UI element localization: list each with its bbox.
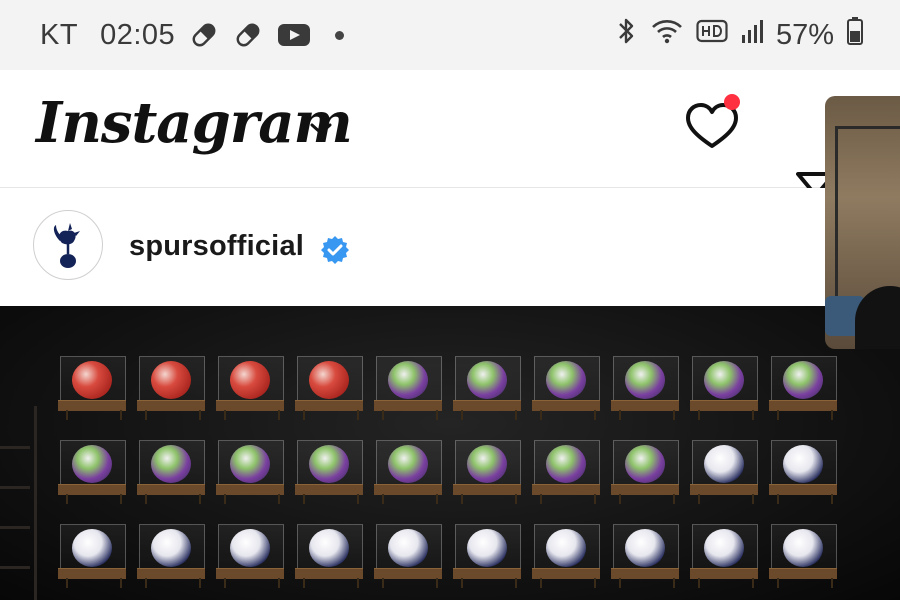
display-case	[137, 356, 205, 420]
display-case	[690, 440, 758, 504]
football-purple	[625, 361, 665, 399]
display-case	[611, 356, 679, 420]
football-red	[309, 361, 349, 399]
football-red	[72, 361, 112, 399]
more-notifications-dot	[335, 30, 345, 40]
display-shelf-row	[58, 356, 837, 420]
instagram-logo[interactable]: Instagram	[36, 90, 353, 156]
notification-badge	[724, 94, 740, 110]
post-header: spursofficial	[0, 188, 900, 306]
football-red	[151, 361, 191, 399]
football-white	[704, 445, 744, 483]
display-shelf-row	[58, 440, 837, 504]
football-white	[72, 529, 112, 567]
pill-icon	[189, 20, 219, 50]
display-case	[690, 356, 758, 420]
pill-icon	[233, 20, 263, 50]
signal-icon	[740, 17, 764, 53]
display-case	[374, 524, 442, 588]
football-purple	[72, 445, 112, 483]
display-case	[295, 524, 363, 588]
avatar[interactable]	[33, 210, 103, 280]
display-case	[216, 440, 284, 504]
display-case	[690, 524, 758, 588]
display-case	[58, 356, 126, 420]
display-case	[532, 356, 600, 420]
football-white	[704, 529, 744, 567]
football-purple	[151, 445, 191, 483]
post-username[interactable]: spursofficial	[129, 230, 304, 263]
football-purple	[309, 445, 349, 483]
football-purple	[388, 361, 428, 399]
football-purple	[546, 361, 586, 399]
football-purple	[546, 445, 586, 483]
display-case	[295, 356, 363, 420]
football-purple	[467, 445, 507, 483]
football-purple	[388, 445, 428, 483]
display-case	[453, 356, 521, 420]
wifi-icon	[650, 16, 684, 54]
status-bar: KT 02:05 57%	[0, 0, 900, 70]
battery-icon	[846, 16, 864, 54]
football-white	[230, 529, 270, 567]
display-case	[769, 356, 837, 420]
football-white	[309, 529, 349, 567]
battery-percent: 57%	[775, 18, 834, 51]
football-white	[546, 529, 586, 567]
football-white	[783, 445, 823, 483]
display-case	[611, 440, 679, 504]
football-purple	[467, 361, 507, 399]
football-purple	[230, 445, 270, 483]
display-case	[453, 440, 521, 504]
ladder-graphic	[0, 406, 37, 600]
status-right: 57%	[614, 14, 864, 56]
football-purple	[783, 361, 823, 399]
football-white	[467, 529, 507, 567]
display-case	[137, 524, 205, 588]
football-white	[625, 529, 665, 567]
verified-badge-icon	[320, 235, 350, 270]
clock: 02:05	[100, 18, 176, 51]
display-case	[216, 524, 284, 588]
football-purple	[625, 445, 665, 483]
display-case	[453, 524, 521, 588]
hd-voice-icon	[696, 18, 728, 52]
carrier-label: KT	[40, 18, 79, 51]
display-case	[58, 440, 126, 504]
status-left: KT 02:05	[40, 14, 345, 56]
football-white	[151, 529, 191, 567]
football-purple	[704, 361, 744, 399]
bluetooth-icon	[614, 16, 638, 54]
display-case	[137, 440, 205, 504]
football-white	[783, 529, 823, 567]
display-shelf-row	[58, 524, 837, 588]
display-case	[216, 356, 284, 420]
display-case	[295, 440, 363, 504]
app-header: Instagram	[0, 70, 900, 212]
display-case	[532, 524, 600, 588]
display-case	[769, 524, 837, 588]
football-red	[230, 361, 270, 399]
picture-in-picture-video[interactable]	[825, 96, 900, 349]
display-case	[769, 440, 837, 504]
display-case	[374, 440, 442, 504]
display-case	[532, 440, 600, 504]
football-white	[388, 529, 428, 567]
chevron-down-icon[interactable]	[308, 120, 334, 143]
youtube-icon	[277, 22, 311, 48]
post-image[interactable]	[0, 306, 900, 600]
display-case	[58, 524, 126, 588]
display-case	[611, 524, 679, 588]
display-case	[374, 356, 442, 420]
